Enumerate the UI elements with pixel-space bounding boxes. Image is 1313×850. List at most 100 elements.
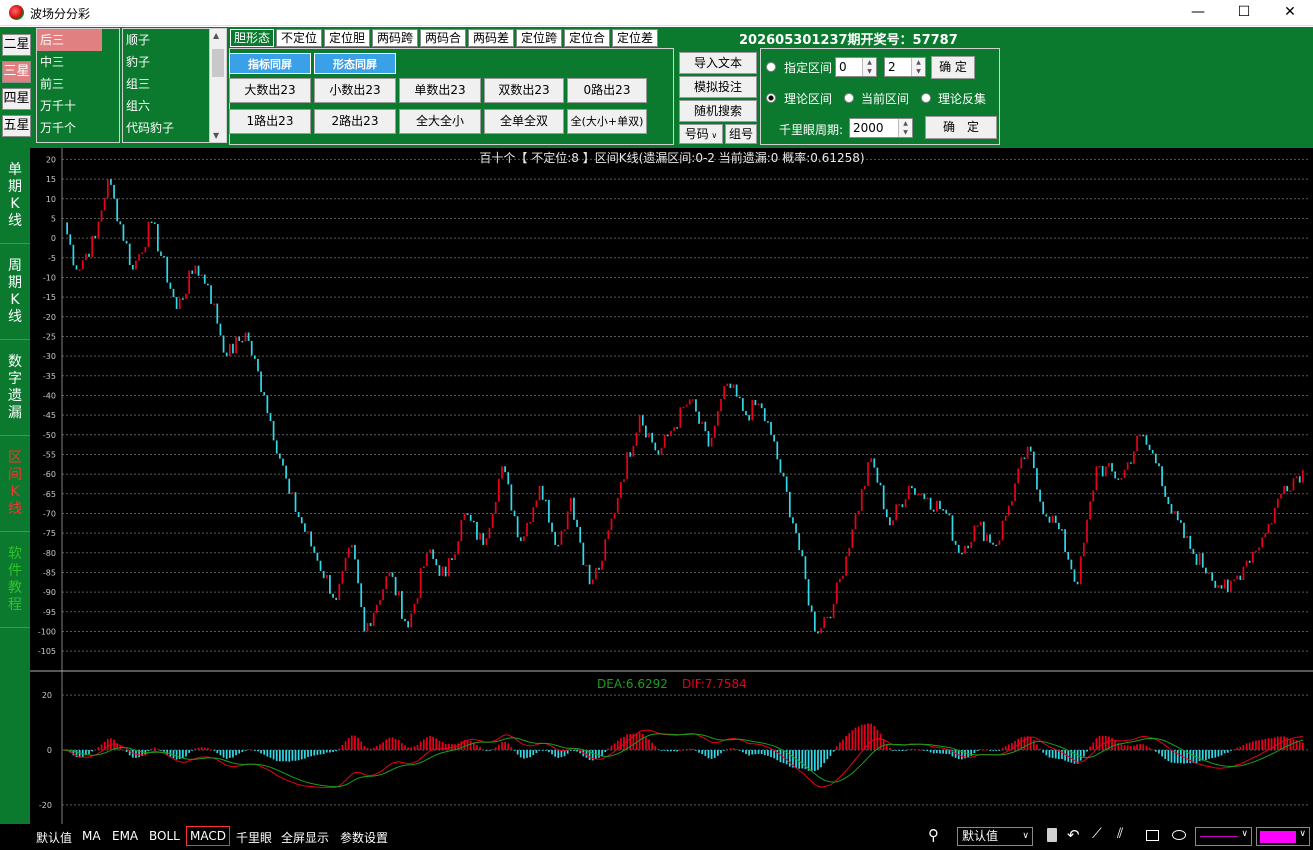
confirm-range-button[interactable]: 确 定 — [931, 56, 975, 79]
candle-down — [745, 411, 747, 416]
tab-dan-xingtai[interactable]: 胆形态 — [230, 29, 274, 47]
current-range-radio[interactable] — [844, 93, 854, 103]
scroll-thumb[interactable] — [212, 49, 224, 77]
macd-bar-up — [1292, 739, 1295, 750]
range-from-stepper[interactable]: 0 ▲ ▼ — [835, 57, 877, 77]
fill-color-select[interactable]: ∨ — [1256, 827, 1310, 846]
big-out-button[interactable]: 大数出23 — [229, 78, 311, 103]
route1-out-button[interactable]: 1路出23 — [229, 109, 311, 134]
candle-up — [604, 539, 607, 561]
macd-bar-down — [676, 750, 679, 752]
indicator-same-screen-button[interactable]: 指标同屏 — [229, 53, 311, 74]
nav-range-kline[interactable]: 区间K线 — [0, 436, 30, 532]
scroll-up-icon[interactable]: ▲ — [213, 31, 219, 40]
list-item[interactable]: 中三 — [37, 51, 119, 73]
macd-bar-down — [325, 750, 328, 753]
tab-liangma-cha[interactable]: 两码差 — [468, 29, 514, 47]
spin-arrows-icon[interactable]: ▲ ▼ — [898, 119, 912, 137]
fullscreen-item[interactable]: 全屏显示 — [281, 829, 329, 846]
spin-arrows-icon[interactable]: ▲ ▼ — [911, 58, 925, 76]
route0-out-button[interactable]: 0路出23 — [567, 78, 647, 103]
simulate-bet-button[interactable]: 模拟投注 — [679, 76, 757, 98]
theory-reverse-radio[interactable] — [921, 93, 931, 103]
macd-item[interactable]: MACD — [186, 826, 230, 846]
number-dropdown[interactable]: 号码 ∨ — [679, 124, 723, 144]
qianliyan-item[interactable]: 千里眼 — [236, 829, 272, 846]
route2-out-button[interactable]: 2路出23 — [314, 109, 396, 134]
candle-down — [1148, 444, 1151, 450]
ema-item[interactable]: EMA — [112, 829, 138, 843]
minimize-button[interactable]: — — [1175, 0, 1221, 26]
tab-liangma-kua[interactable]: 两码跨 — [372, 29, 418, 47]
candle-up — [751, 399, 754, 421]
all-combined-button[interactable]: 全(大小+单双) — [567, 109, 647, 134]
candle-up — [144, 246, 147, 253]
star-button-2[interactable]: 二星 — [2, 34, 31, 56]
list-item[interactable]: 万千十 — [37, 95, 119, 117]
macd-bar-up — [986, 749, 988, 751]
boll-item[interactable]: BOLL — [149, 829, 180, 843]
parallel-line-icon[interactable]: ⫽ — [1117, 826, 1123, 842]
macd-bar-down — [253, 750, 256, 751]
nav-number-miss[interactable]: 数字遗漏 — [0, 340, 30, 436]
group-number-button[interactable]: 组号 — [725, 124, 757, 144]
candle-down — [1036, 468, 1038, 490]
nav-tutorial[interactable]: 软件教程 — [0, 532, 30, 628]
candle-up — [97, 221, 100, 239]
macd-bar-up — [350, 735, 353, 750]
all-big-small-button[interactable]: 全大全小 — [399, 109, 481, 134]
confirm-cycle-button[interactable]: 确 定 — [925, 116, 997, 139]
settings-item[interactable]: 参数设置 — [340, 829, 388, 846]
macd-bar-up — [385, 739, 388, 750]
scroll-down-icon[interactable]: ▼ — [213, 131, 219, 140]
undo-icon[interactable]: ↶ — [1067, 826, 1080, 844]
candle-down — [69, 234, 72, 245]
macd-bar-up — [1239, 746, 1242, 750]
position-list[interactable]: 后三 中三 前三 万千十 万千个 — [36, 28, 120, 143]
candle-down — [335, 597, 338, 600]
chart-area[interactable]: 20 15 10 5 0 -5 -10 -15 -20 -25 -30 -35 -40 -45 -50 -55… — [30, 148, 1313, 824]
maximize-button[interactable]: ☐ — [1221, 0, 1267, 26]
ellipse-tool-icon[interactable] — [1172, 830, 1186, 840]
tab-dingwei-cha[interactable]: 定位差 — [612, 29, 658, 47]
theory-range-radio[interactable] — [766, 93, 776, 103]
spin-arrows-icon[interactable]: ▲ ▼ — [862, 58, 876, 76]
small-out-button[interactable]: 小数出23 — [314, 78, 396, 103]
even-out-button[interactable]: 双数出23 — [484, 78, 564, 103]
list-item[interactable]: 前三 — [37, 73, 119, 95]
trash-icon[interactable] — [1047, 828, 1057, 842]
import-text-button[interactable]: 导入文本 — [679, 52, 757, 74]
line-color-select[interactable]: ∨ — [1195, 827, 1252, 846]
nav-single-kline[interactable]: 单期K线 — [0, 148, 30, 244]
zoom-search-icon[interactable]: ⚲ — [928, 826, 939, 844]
cycle-stepper[interactable]: 2000 ▲ ▼ — [849, 118, 913, 138]
all-odd-even-button[interactable]: 全单全双 — [484, 109, 564, 134]
default-value-item[interactable]: 默认值 — [36, 829, 72, 846]
rectangle-tool-icon[interactable] — [1146, 830, 1159, 841]
type-list[interactable]: 顺子 豹子 组三 组六 代码豹子 ▲ ▼ — [122, 28, 227, 143]
star-button-3[interactable]: 三星 — [2, 61, 31, 83]
nav-cycle-kline[interactable]: 周期K线 — [0, 244, 30, 340]
range-to-stepper[interactable]: 2 ▲ ▼ — [884, 57, 926, 77]
tab-dingweidan[interactable]: 定位胆 — [324, 29, 370, 47]
line-tool-icon[interactable]: ⟋ — [1092, 826, 1102, 842]
type-list-scrollbar[interactable]: ▲ ▼ — [209, 29, 226, 142]
tab-liangma-he[interactable]: 两码合 — [420, 29, 466, 47]
random-search-button[interactable]: 随机搜索 — [679, 100, 757, 122]
ma-item[interactable]: MA — [82, 829, 101, 843]
macd-bar-down — [526, 750, 528, 758]
star-button-5[interactable]: 五星 — [2, 115, 31, 137]
odd-out-button[interactable]: 单数出23 — [399, 78, 481, 103]
tab-dingwei-kua[interactable]: 定位跨 — [516, 29, 562, 47]
tab-budingwei[interactable]: 不定位 — [276, 29, 322, 47]
list-item[interactable]: 万千个 — [37, 117, 119, 139]
candle-up — [188, 270, 190, 294]
kline-chart[interactable]: 20 15 10 5 0 -5 -10 -15 -20 -25 -30 -35 -40 -45 -50 -55… — [30, 148, 1313, 824]
star-button-4[interactable]: 四星 — [2, 88, 31, 110]
close-button[interactable]: ✕ — [1267, 0, 1313, 26]
shape-same-screen-button[interactable]: 形态同屏 — [314, 53, 396, 74]
specified-range-radio[interactable] — [766, 62, 776, 72]
tab-dingwei-he[interactable]: 定位合 — [564, 29, 610, 47]
list-item[interactable]: 后三 — [37, 29, 102, 51]
default-value-select[interactable]: 默认值 ∨ — [957, 827, 1033, 846]
